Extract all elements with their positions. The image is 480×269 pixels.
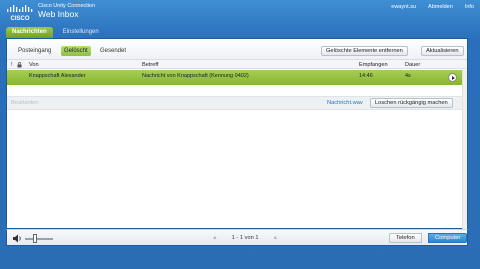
main-tabs: Nachrichten Einstellungen xyxy=(6,27,105,38)
app-title: Cisco Unity Connection Web Inbox xyxy=(38,3,95,19)
logout-link[interactable]: Abmelden xyxy=(428,4,453,10)
brand-line-2: Web Inbox xyxy=(38,9,79,20)
cisco-wordmark: CISCO xyxy=(10,16,29,22)
folder-toolbar: Posteingang Gelöscht Gesendet Gelöschte … xyxy=(7,39,467,60)
duration-column[interactable]: Dauer xyxy=(405,62,420,68)
cisco-logo: CISCO xyxy=(6,4,34,22)
volume-slider[interactable] xyxy=(25,238,53,240)
user-link[interactable]: ewaynt.su xyxy=(391,4,416,10)
message-duration: 4s xyxy=(405,73,411,79)
message-received: 14:46 xyxy=(359,73,373,79)
vertical-scrollbar[interactable] xyxy=(462,70,467,229)
volume-icon[interactable] xyxy=(13,234,23,243)
play-icon[interactable] xyxy=(448,73,457,82)
top-links: ewaynt.su Abmelden Info xyxy=(391,4,474,10)
attachment-link[interactable]: Nachricht.wav xyxy=(327,100,363,106)
tab-messages[interactable]: Nachrichten xyxy=(6,27,53,38)
from-column[interactable]: Von xyxy=(29,62,39,68)
column-header: ! Von Betreff Empfangen Dauer xyxy=(7,60,467,69)
refresh-button[interactable]: Aktualisieren xyxy=(421,46,464,56)
received-column[interactable]: Empfangen xyxy=(359,62,388,68)
message-subject: Nachricht von Knappschaft (Kennung 0402) xyxy=(142,73,249,79)
app-header: CISCO Cisco Unity Connection Web Inbox e… xyxy=(0,0,480,24)
action-bar: Bearbeiten Nachricht.wav Loschen rückgän… xyxy=(7,96,467,110)
volume-slider-handle[interactable] xyxy=(32,234,37,243)
undo-delete-button[interactable]: Loschen rückgängig machen xyxy=(370,98,453,108)
edit-link: Bearbeiten xyxy=(11,100,39,106)
info-link[interactable]: Info xyxy=(465,4,474,10)
inbox-panel: Posteingang Gelöscht Gesendet Gelöschte … xyxy=(6,38,468,229)
message-row[interactable]: Knappschaft Alexander Nachricht von Knap… xyxy=(7,70,467,85)
pager: ▲ 1 - 1 von 1 ▲ xyxy=(212,235,278,241)
page-indicator: 1 - 1 von 1 xyxy=(231,235,259,241)
phone-toggle[interactable]: Telefon xyxy=(389,233,422,243)
priority-column[interactable]: ! xyxy=(11,62,13,68)
tab-settings[interactable]: Einstellungen xyxy=(57,27,105,38)
next-page-icon[interactable]: ▲ xyxy=(273,235,279,241)
subtab-inbox[interactable]: Posteingang xyxy=(15,46,54,56)
subtab-deleted[interactable]: Gelöscht xyxy=(61,46,91,56)
purge-deleted-button[interactable]: Gelöschte Elemente entfernen xyxy=(321,46,408,56)
subject-column[interactable]: Betreff xyxy=(142,62,158,68)
previous-page-icon[interactable]: ▲ xyxy=(212,235,218,241)
message-from: Knappschaft Alexander xyxy=(29,73,86,79)
subtab-sent[interactable]: Gesendet xyxy=(97,46,129,56)
lock-icon[interactable] xyxy=(17,61,22,70)
computer-toggle[interactable]: Computer xyxy=(428,233,468,243)
player-footer: ▲ 1 - 1 von 1 ▲ Telefon Computer xyxy=(6,229,468,246)
